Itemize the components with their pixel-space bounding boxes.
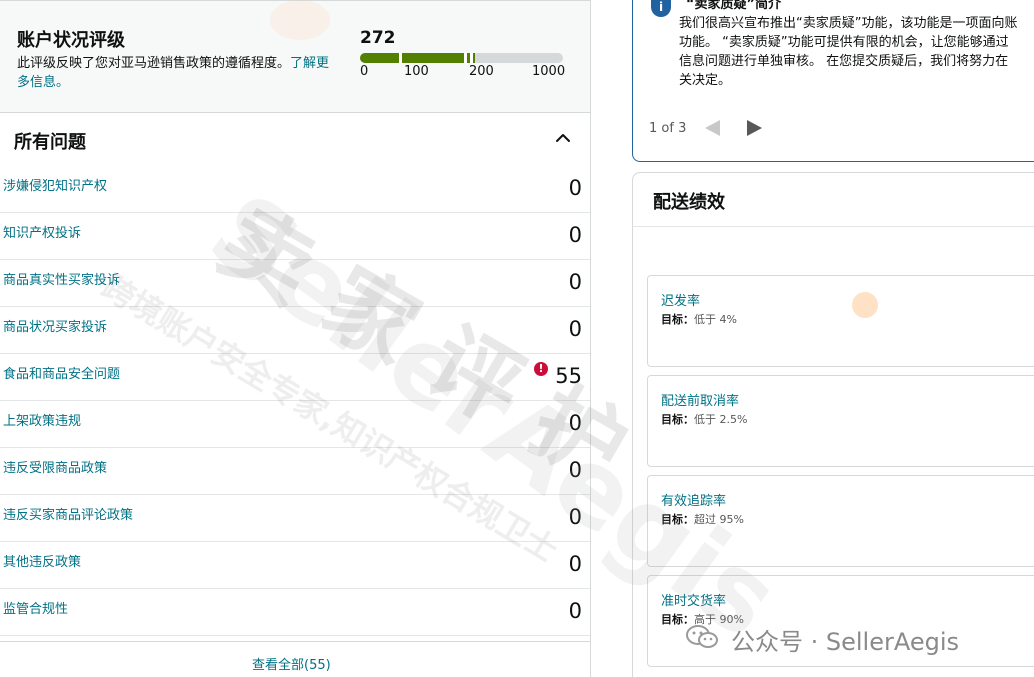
- bar-tick-1000: 1000: [532, 64, 566, 79]
- account-health-title: 账户状况评级: [17, 30, 125, 51]
- account-health-description: 此评级反映了您对亚马逊销售政策的遵循程度。了解更多信息。: [17, 54, 337, 92]
- issue-row[interactable]: 商品真实性买家投诉 0: [0, 260, 590, 307]
- issue-label[interactable]: 知识产权投诉: [3, 222, 81, 241]
- pager-prev-icon[interactable]: [705, 120, 720, 136]
- issue-count: 55: [555, 364, 582, 388]
- issue-label[interactable]: 监管合规性: [3, 598, 68, 617]
- bar-tick-100: 100: [404, 64, 429, 79]
- alert-icon: !: [534, 362, 548, 376]
- issue-count: 0: [568, 223, 582, 247]
- watermark-glow: [270, 0, 330, 40]
- issue-label[interactable]: 涉嫌侵犯知识产权: [3, 175, 107, 194]
- issue-label[interactable]: 其他违反政策: [3, 551, 81, 570]
- issue-count: 0: [568, 505, 582, 529]
- view-all-footer: 查看全部(55): [0, 641, 590, 677]
- account-health-bar: [360, 53, 563, 63]
- metric-target-value: 低于 4%: [694, 313, 737, 326]
- bar-separator: [399, 53, 402, 63]
- account-health-bar-fill: [360, 53, 475, 63]
- issue-row[interactable]: 监管合规性 0: [0, 589, 590, 636]
- pager-next-icon[interactable]: [747, 120, 762, 136]
- issue-row[interactable]: 商品状况买家投诉 0: [0, 307, 590, 354]
- metric-target-value: 低于 2.5%: [694, 413, 748, 426]
- issue-label[interactable]: 违反受限商品政策: [3, 457, 107, 476]
- all-issues-title: 所有问题: [14, 132, 86, 153]
- issue-count: 0: [568, 270, 582, 294]
- notice-pager-text: 1 of 3: [649, 121, 687, 136]
- metric-target-label: 目标：: [661, 413, 694, 426]
- account-health-description-text: 此评级反映了您对亚马逊销售政策的遵循程度。: [17, 56, 291, 71]
- delivery-performance-title: 配送绩效: [653, 192, 725, 213]
- issue-row[interactable]: 上架政策违规 0: [0, 401, 590, 448]
- watermark-bottom: 公众号 · SellerAegis: [731, 628, 960, 656]
- bar-tick-0: 0: [360, 64, 369, 79]
- issue-label[interactable]: 上架政策违规: [3, 410, 81, 429]
- metric-name-link[interactable]: 迟发率: [661, 290, 700, 309]
- delivery-metric-box: 迟发率目标：低于 4%: [647, 275, 1034, 367]
- issue-row[interactable]: 涉嫌侵犯知识产权 0: [0, 166, 590, 213]
- issue-label[interactable]: 商品真实性买家投诉: [3, 269, 120, 288]
- all-issues-header[interactable]: 所有问题: [0, 114, 590, 166]
- issue-count: 0: [568, 411, 582, 435]
- metric-target-value: 超过 95%: [694, 513, 744, 526]
- issue-label[interactable]: 食品和商品安全问题: [3, 363, 120, 382]
- metric-name-link[interactable]: 准时交货率: [661, 590, 726, 609]
- issue-row[interactable]: 其他违反政策 0: [0, 542, 590, 589]
- metric-target-label: 目标：: [661, 513, 694, 526]
- issue-row[interactable]: 违反买家商品评论政策 0: [0, 495, 590, 542]
- issue-count: 0: [568, 317, 582, 341]
- notice-title: “卖家质疑”简介: [686, 0, 782, 12]
- issue-row[interactable]: 知识产权投诉 0: [0, 213, 590, 260]
- view-all-link[interactable]: 查看全部(55): [252, 654, 331, 673]
- bar-separator: [464, 53, 467, 63]
- divider: [633, 226, 1034, 227]
- issue-count: 0: [568, 552, 582, 576]
- issue-row[interactable]: 违反受限商品政策 0: [0, 448, 590, 495]
- issue-count: 0: [568, 458, 582, 482]
- metric-target: 目标：低于 4%: [661, 311, 737, 327]
- metric-target-label: 目标：: [661, 313, 694, 326]
- metric-target: 目标：低于 2.5%: [661, 411, 747, 427]
- notice-body: 我们很高兴宣布推出“卖家质疑”功能，该功能是一项面向账 功能。 “卖家质疑”功能…: [679, 16, 1018, 88]
- issue-row[interactable]: 食品和商品安全问题! 55: [0, 354, 590, 401]
- account-health-score: 272: [360, 28, 396, 48]
- metric-name-link[interactable]: 有效追踪率: [661, 490, 726, 509]
- bar-tick-200: 200: [469, 64, 494, 79]
- left-column: 账户状况评级 此评级反映了您对亚马逊销售政策的遵循程度。了解更多信息。 272 …: [0, 0, 591, 677]
- metric-target: 目标：超过 95%: [661, 511, 744, 527]
- issue-label[interactable]: 商品状况买家投诉: [3, 316, 107, 335]
- bar-separator: [470, 53, 473, 63]
- delivery-metric-box: 有效追踪率目标：超过 95%: [647, 475, 1034, 567]
- issue-count: 0: [568, 176, 582, 200]
- watermark-sun: [852, 292, 878, 318]
- issue-label[interactable]: 违反买家商品评论政策: [3, 504, 133, 523]
- chevron-up-icon[interactable]: [555, 130, 571, 146]
- delivery-metric-box: 配送前取消率 目标：低于 2.5%: [647, 375, 1034, 467]
- wechat-icon: [686, 625, 718, 648]
- issue-count: 0: [568, 599, 582, 623]
- metric-name-link[interactable]: 配送前取消率: [661, 390, 739, 409]
